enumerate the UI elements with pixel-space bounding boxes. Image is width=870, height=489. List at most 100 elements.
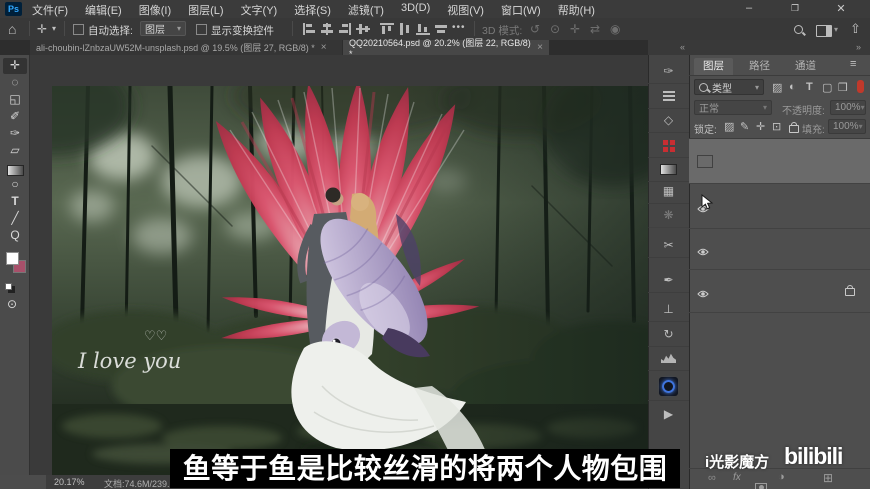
crop-tool[interactable]: ◱ xyxy=(3,92,27,108)
lasso-tool[interactable]: ◌ xyxy=(3,75,27,91)
filter-pixel-icon[interactable]: ▨ xyxy=(772,81,782,94)
layer-row[interactable]: 鱼 xyxy=(689,184,870,229)
menu-view[interactable]: 视图(V) xyxy=(447,2,484,18)
sync-panel-icon[interactable]: ↻ xyxy=(648,322,689,347)
3d-roll-icon[interactable]: ⊙ xyxy=(550,22,560,36)
eye-well[interactable] xyxy=(697,155,713,168)
brush-settings-icon[interactable]: ✑ xyxy=(648,59,689,84)
auto-select-checkbox[interactable] xyxy=(73,24,84,35)
share-icon[interactable]: ⇧ xyxy=(850,21,861,37)
align-v-center-icon[interactable] xyxy=(356,23,370,35)
expand-panels-icon[interactable]: » xyxy=(856,42,861,52)
align-bottom-icon[interactable] xyxy=(416,23,430,35)
collapse-panels-icon[interactable]: « xyxy=(680,42,685,52)
distribute-v-icon[interactable] xyxy=(398,23,412,35)
lock-artboard-icon[interactable]: ⊡ xyxy=(772,120,781,133)
type-tool[interactable]: T xyxy=(3,194,27,210)
menu-filter[interactable]: 滤镜(T) xyxy=(348,2,384,18)
panel-menu-icon[interactable]: ≡ xyxy=(850,58,856,70)
filter-smart-object-icon[interactable]: ❒ xyxy=(838,81,848,94)
3d-camera-icon[interactable]: ◉ xyxy=(610,22,620,36)
properties-icon[interactable] xyxy=(648,84,689,109)
lock-transparent-icon[interactable]: ▨ xyxy=(724,120,734,133)
layer-row[interactable]: 图层 22 xyxy=(689,139,870,184)
filter-type-icon[interactable]: T xyxy=(806,81,813,93)
align-top-icon[interactable] xyxy=(380,23,394,35)
auto-select-dropdown[interactable]: 图层 ▾ xyxy=(140,21,186,36)
layer-row[interactable]: 背景 xyxy=(689,270,870,313)
eyedropper-tool[interactable]: ✐ xyxy=(3,109,27,125)
ink-panel-icon[interactable]: ✒ xyxy=(648,268,689,293)
chevron-down-icon[interactable]: ▾ xyxy=(834,25,838,34)
home-icon[interactable]: ⌂ xyxy=(8,21,16,37)
show-transform-checkbox[interactable] xyxy=(196,24,207,35)
snowflake-icon[interactable]: ❋ xyxy=(648,203,689,228)
quick-mask-icon[interactable]: ⊙ xyxy=(0,297,24,313)
tab-close-icon[interactable]: × xyxy=(321,42,327,53)
3d-drag-icon[interactable]: ✛ xyxy=(570,22,580,36)
menu-image[interactable]: 图像(I) xyxy=(139,2,171,18)
3d-panel-icon[interactable]: ◇ xyxy=(648,108,689,133)
workspace-icon[interactable] xyxy=(816,25,832,37)
3d-slide-icon[interactable]: ⇄ xyxy=(590,22,600,36)
blend-mode-dropdown[interactable]: 正常 ▾ xyxy=(694,100,772,115)
gradient-tool[interactable] xyxy=(3,162,27,178)
distribute-h-icon[interactable] xyxy=(434,23,448,35)
eraser-tool[interactable]: ▱ xyxy=(3,143,27,159)
add-mask-icon[interactable] xyxy=(755,483,767,489)
filter-toggle[interactable] xyxy=(857,80,864,93)
chevron-down-icon[interactable]: ▾ xyxy=(52,24,56,33)
filter-shape-icon[interactable]: ▢ xyxy=(822,81,832,94)
menu-type[interactable]: 文字(Y) xyxy=(241,2,278,18)
align-right-icon[interactable] xyxy=(338,23,352,35)
3d-rotate-icon[interactable]: ↺ xyxy=(530,22,540,36)
lock-position-icon[interactable]: ✛ xyxy=(756,120,765,133)
minimize-button[interactable]: – xyxy=(738,2,760,14)
search-icon[interactable] xyxy=(794,25,803,34)
lock-pixels-icon[interactable]: ✎ xyxy=(740,120,749,133)
tools-panel-icon[interactable]: ✂ xyxy=(648,233,689,258)
stamp-panel-icon[interactable]: ⊥ xyxy=(648,297,689,322)
pattern-icon[interactable]: ▦ xyxy=(648,179,689,204)
menu-layer[interactable]: 图层(L) xyxy=(188,2,223,18)
align-left-icon[interactable] xyxy=(302,23,316,35)
opacity-input[interactable]: 100% ▾ xyxy=(830,100,866,115)
adjustment-layer-icon[interactable]: ◑ xyxy=(778,471,785,483)
document-tab-1[interactable]: ali-choubin-lZnbzaUW52M-unsplash.psd @ 1… xyxy=(30,40,342,55)
zoom-tool[interactable]: Q xyxy=(3,228,27,244)
dodge-tool[interactable]: ○ xyxy=(3,177,27,193)
document-tab-2[interactable]: QQ20210564.psd @ 20.2% (图层 22, RGB/8) * … xyxy=(343,38,549,59)
menu-select[interactable]: 选择(S) xyxy=(294,2,331,18)
tab-paths[interactable]: 路径 xyxy=(740,58,779,75)
layer-filter-dropdown[interactable]: 类型 ▾ xyxy=(694,79,764,95)
menu-help[interactable]: 帮助(H) xyxy=(558,2,595,18)
menu-file[interactable]: 文件(F) xyxy=(32,2,68,18)
menu-window[interactable]: 窗口(W) xyxy=(501,2,541,18)
link-layers-icon[interactable]: ∞ xyxy=(708,472,716,484)
histogram-panel-icon[interactable] xyxy=(648,346,689,371)
fill-input[interactable]: 100% ▾ xyxy=(828,119,866,134)
extension-red-icon[interactable] xyxy=(648,133,689,158)
menu-3d[interactable]: 3D(D) xyxy=(401,2,430,18)
restore-button[interactable]: ❐ xyxy=(784,3,806,14)
default-colors-icon[interactable] xyxy=(5,283,12,290)
brush-tool[interactable]: ✑ xyxy=(3,126,27,142)
more-options-icon[interactable]: ••• xyxy=(452,22,466,33)
tab-close-icon[interactable]: × xyxy=(537,42,543,53)
menu-edit[interactable]: 编辑(E) xyxy=(85,2,122,18)
play-panel-icon[interactable]: ▶ xyxy=(648,402,689,426)
eye-well[interactable] xyxy=(697,243,711,256)
document-canvas[interactable]: ♡♡ I love you xyxy=(52,86,648,475)
tab-layers[interactable]: 图层 xyxy=(694,58,733,75)
new-layer-icon[interactable]: ⊞ xyxy=(823,471,833,485)
align-h-center-icon[interactable] xyxy=(320,23,334,35)
eye-well[interactable] xyxy=(697,285,711,298)
filter-adjustment-icon[interactable]: ◐ xyxy=(789,81,796,93)
close-button[interactable]: ✕ xyxy=(830,2,852,15)
layer-effects-icon[interactable]: fx xyxy=(733,472,741,483)
move-tool-preset-icon[interactable]: ✛ xyxy=(37,22,47,36)
line-tool[interactable]: ╱ xyxy=(3,211,27,227)
plugin-blue-icon[interactable] xyxy=(648,372,689,401)
zoom-level-field[interactable]: 20.17% xyxy=(54,477,85,487)
tab-channels[interactable]: 通道 xyxy=(786,58,825,75)
